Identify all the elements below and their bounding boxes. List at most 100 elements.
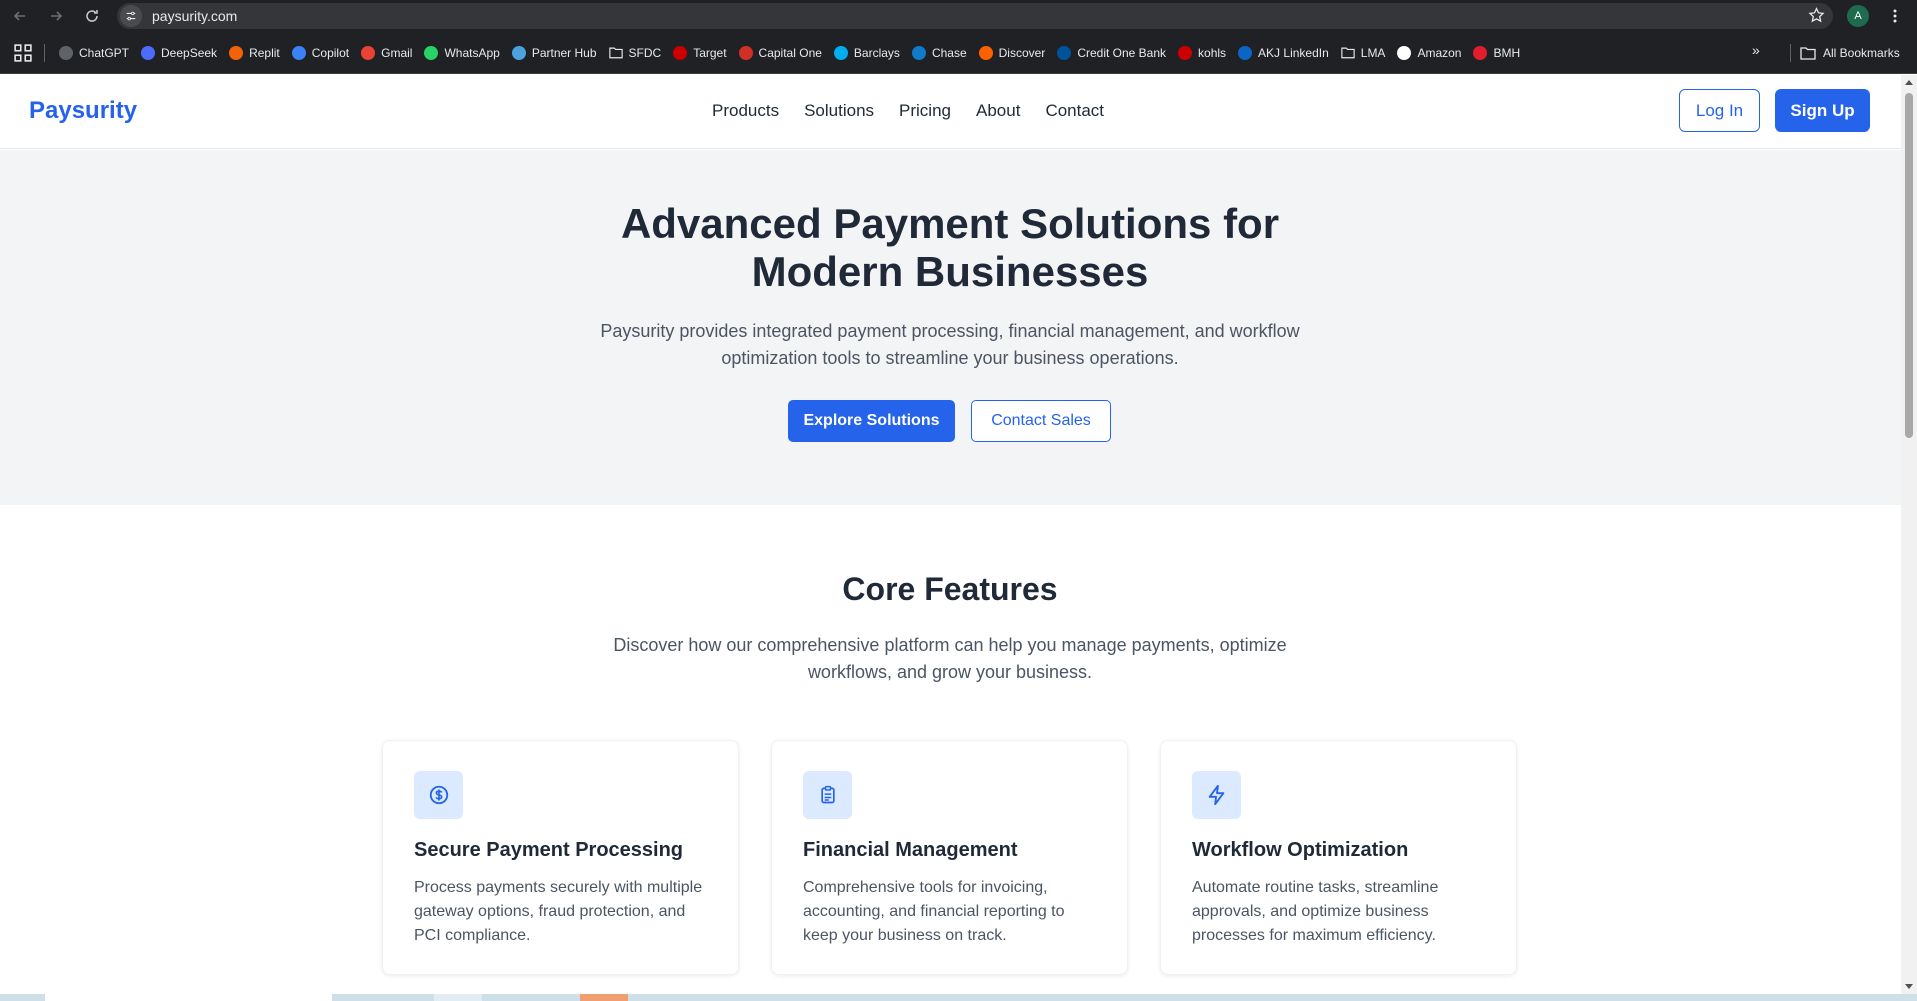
address-bar[interactable]: paysurity.com: [117, 3, 1833, 29]
hero-title: Advanced Payment Solutions for Modern Bu…: [620, 200, 1280, 295]
bookmark-label: Barclays: [853, 45, 900, 60]
bookmark-label: Target: [693, 45, 727, 60]
bookmark-item[interactable]: BMH: [1467, 39, 1526, 67]
nav-products[interactable]: Products: [712, 101, 779, 121]
forward-button[interactable]: [44, 4, 68, 28]
bookmark-item[interactable]: Replit: [223, 39, 286, 67]
apps-grid-icon[interactable]: [14, 43, 32, 62]
bookmark-label: Replit: [249, 45, 280, 60]
favicon-icon: [1238, 45, 1253, 60]
bookmarks-bar: ChatGPT DeepSeek Replit Copilot Gmail WhatsAp…: [0, 32, 1917, 74]
feature-card-title: Secure Payment Processing: [414, 839, 684, 861]
bookmark-label: DeepSeek: [161, 45, 218, 60]
favicon-icon: [978, 45, 993, 60]
more-bookmarks-icon[interactable]: »: [1752, 42, 1760, 58]
favicon-icon: [1473, 45, 1488, 60]
bookmark-item[interactable]: Partner Hub: [506, 39, 603, 67]
site-settings-icon[interactable]: [120, 5, 142, 27]
scroll-thumb[interactable]: [1905, 93, 1913, 438]
favicon-icon: [1397, 45, 1412, 60]
favicon-icon: [738, 45, 753, 60]
bookmark-item[interactable]: AKJ LinkedIn: [1232, 39, 1335, 67]
bookmark-label: Amazon: [1417, 45, 1462, 60]
bookmark-item[interactable]: Capital One: [733, 39, 828, 67]
favicon-icon: [1057, 45, 1072, 60]
bookmark-label: SFDC: [628, 45, 662, 60]
bookmark-item[interactable]: LMA: [1335, 39, 1392, 67]
feature-card-workflow: Workflow Optimization Automate routine t…: [1160, 740, 1517, 975]
features-title: Core Features: [842, 571, 1058, 607]
bookmark-label: BMH: [1493, 45, 1521, 60]
bookmark-item[interactable]: Chase: [906, 39, 973, 67]
site-header: Paysurity Products Solutions Pricing Abo…: [0, 75, 1901, 149]
taskbar-search[interactable]: [45, 994, 332, 1001]
bookmark-list: ChatGPT DeepSeek Replit Copilot Gmail WhatsAp…: [53, 39, 1526, 67]
bookmark-item[interactable]: Credit One Bank: [1051, 39, 1172, 67]
favicon-icon: [511, 45, 526, 60]
bookmark-item[interactable]: kohls: [1172, 39, 1232, 67]
os-taskbar: [0, 994, 1917, 1001]
bookmark-label: LMA: [1360, 45, 1386, 60]
nav-solutions[interactable]: Solutions: [804, 101, 874, 121]
all-bookmarks-label: All Bookmarks: [1823, 46, 1900, 60]
features-subtitle: Discover how our comprehensive platform …: [613, 635, 1287, 682]
bookmark-label: Partner Hub: [531, 45, 597, 60]
url-text: paysurity.com: [152, 8, 238, 24]
scroll-down-icon[interactable]: [1905, 984, 1913, 989]
bookmark-item[interactable]: Amazon: [1391, 39, 1467, 67]
signup-button[interactable]: Sign Up: [1775, 89, 1870, 132]
bookmark-star-icon[interactable]: [1808, 7, 1825, 29]
reload-button[interactable]: [80, 4, 104, 28]
browser-toolbar: paysurity.com A: [0, 0, 1917, 32]
favicon-icon: [361, 45, 376, 60]
hero-subtitle: Paysurity provides integrated payment pr…: [600, 321, 1300, 368]
feature-card-financial: Financial Management Comprehensive tools…: [771, 740, 1128, 975]
page-scrollbar[interactable]: [1901, 75, 1917, 994]
browser-menu-icon[interactable]: [1885, 6, 1905, 26]
feature-card-title: Workflow Optimization: [1192, 839, 1409, 861]
nav-about[interactable]: About: [976, 101, 1020, 121]
hero-section: Advanced Payment Solutions for Modern Bu…: [0, 150, 1901, 505]
bookmark-item[interactable]: ChatGPT: [53, 39, 135, 67]
main-nav: Products Solutions Pricing About Contact: [712, 101, 1129, 121]
explore-solutions-button[interactable]: Explore Solutions: [788, 400, 955, 442]
bookmark-label: ChatGPT: [79, 45, 130, 60]
taskbar-app[interactable]: [580, 994, 628, 1001]
bookmark-label: kohls: [1198, 45, 1227, 60]
bookmark-label: Chase: [931, 45, 967, 60]
site-logo[interactable]: Paysurity: [29, 97, 137, 125]
nav-contact[interactable]: Contact: [1045, 101, 1104, 121]
bookmarks-separator: [1790, 44, 1791, 62]
bookmark-label: WhatsApp: [444, 45, 500, 60]
nav-pricing[interactable]: Pricing: [899, 101, 951, 121]
taskbar-app[interactable]: [434, 994, 482, 1001]
feature-card-description: Process payments securely with multiple …: [414, 879, 703, 944]
bookmark-item[interactable]: DeepSeek: [135, 39, 223, 67]
favicon-icon: [1178, 45, 1193, 60]
bookmark-item[interactable]: Gmail: [355, 39, 418, 67]
bookmark-item[interactable]: Copilot: [286, 39, 355, 67]
bookmark-label: Capital One: [758, 45, 822, 60]
bookmark-label: Discover: [998, 45, 1046, 60]
all-bookmarks-button[interactable]: All Bookmarks: [1800, 39, 1900, 67]
clipboard-icon: [803, 771, 852, 819]
bookmark-item[interactable]: WhatsApp: [418, 39, 505, 67]
bookmark-label: AKJ LinkedIn: [1258, 45, 1329, 60]
feature-card-description: Automate routine tasks, streamline appro…: [1192, 879, 1439, 944]
forward-arrow-icon: [51, 11, 63, 21]
bookmark-item[interactable]: SFDC: [603, 39, 668, 67]
favicon-icon: [291, 45, 306, 60]
bookmark-label: Copilot: [311, 45, 350, 60]
favicon-icon: [911, 45, 926, 60]
favicon-icon: [229, 45, 244, 60]
lightning-icon: [1192, 771, 1241, 819]
scroll-up-icon[interactable]: [1905, 80, 1913, 85]
login-button[interactable]: Log In: [1679, 89, 1760, 132]
favicon-icon: [424, 45, 439, 60]
contact-sales-button[interactable]: Contact Sales: [971, 400, 1111, 442]
bookmark-item[interactable]: Barclays: [828, 39, 906, 67]
bookmark-item[interactable]: Discover: [973, 39, 1052, 67]
profile-avatar[interactable]: A: [1847, 5, 1869, 27]
back-button[interactable]: [8, 4, 32, 28]
bookmark-item[interactable]: Target: [667, 39, 732, 67]
